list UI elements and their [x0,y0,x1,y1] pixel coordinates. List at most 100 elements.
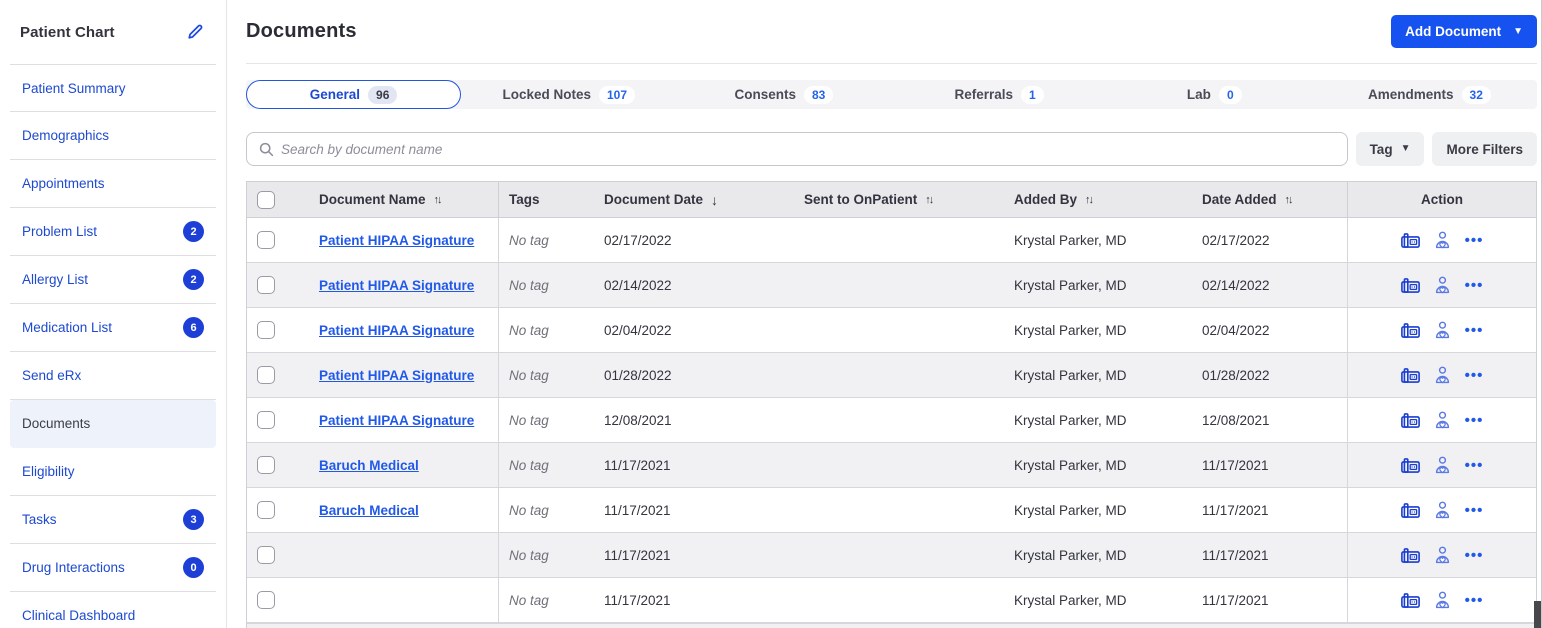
sort-icon[interactable]: ↑↓ [925,194,934,206]
added-by-cell: Krystal Parker, MD [1014,592,1127,608]
tag-cell: No tag [509,277,549,293]
tab-locked-notes[interactable]: Locked Notes 107 [461,80,676,109]
more-options-icon[interactable]: ••• [1465,412,1484,429]
onpatient-icon[interactable] [1434,591,1451,609]
tab-count-badge: 32 [1461,85,1491,104]
sidebar-item-demographics[interactable]: Demographics [10,112,216,160]
tab-amendments[interactable]: Amendments 32 [1322,80,1537,109]
sidebar-item-label: Appointments [22,176,105,191]
more-options-icon[interactable]: ••• [1465,592,1484,609]
document-name-link[interactable]: Patient HIPAA Signature [319,278,474,293]
search-box[interactable] [246,132,1348,166]
fax-icon[interactable] [1400,277,1420,293]
fax-icon[interactable] [1400,322,1420,338]
document-name-link[interactable]: Baruch Medical [319,458,419,473]
onpatient-icon[interactable] [1434,546,1451,564]
row-checkbox[interactable] [257,411,275,429]
sort-icon[interactable]: ↑↓ [1285,194,1294,206]
tab-consents[interactable]: Consents 83 [676,80,891,109]
column-header-sent-to-onpatient[interactable]: Sent to OnPatient ↑↓ [794,182,1004,217]
row-checkbox[interactable] [257,276,275,294]
added-by-cell: Krystal Parker, MD [1014,277,1127,293]
sidebar-item-eligibility[interactable]: Eligibility [10,448,216,496]
row-checkbox[interactable] [257,366,275,384]
onpatient-icon[interactable] [1434,321,1451,339]
more-filters-button[interactable]: More Filters [1432,132,1537,166]
sort-icon[interactable]: ↑↓ [434,194,443,206]
fax-icon[interactable] [1400,502,1420,518]
more-options-icon[interactable]: ••• [1465,547,1484,564]
fax-icon[interactable] [1400,547,1420,563]
onpatient-icon[interactable] [1434,456,1451,474]
add-document-button[interactable]: Add Document ▼ [1391,15,1537,48]
sidebar-item-documents[interactable]: Documents [10,400,216,448]
sort-icon[interactable]: ↑↓ [1085,194,1094,206]
onpatient-icon[interactable] [1434,501,1451,519]
row-checkbox[interactable] [257,501,275,519]
document-date-cell: 11/17/2021 [604,457,671,473]
sidebar-item-drug-interactions[interactable]: Drug Interactions 0 [10,544,216,592]
row-checkbox[interactable] [257,456,275,474]
sidebar-item-badge: 2 [183,269,204,290]
sidebar-item-medication-list[interactable]: Medication List 6 [10,304,216,352]
row-checkbox[interactable] [257,231,275,249]
row-checkbox[interactable] [257,591,275,609]
more-options-icon[interactable]: ••• [1465,232,1484,249]
table-body: Patient HIPAA Signature No tag 02/17/202… [247,218,1536,623]
document-name-link[interactable]: Baruch Medical [319,503,419,518]
more-options-icon[interactable]: ••• [1465,322,1484,339]
document-name-link[interactable]: Patient HIPAA Signature [319,413,474,428]
fax-icon[interactable] [1400,367,1420,383]
column-header-tags: Tags [509,192,540,207]
fax-icon[interactable] [1400,232,1420,248]
fax-icon[interactable] [1400,412,1420,428]
document-date-cell: 11/17/2021 [604,592,671,608]
column-header-document-name[interactable]: Document Name ↑↓ [302,182,499,217]
vertical-scrollbar-thumb[interactable] [1534,601,1541,628]
tab-referrals[interactable]: Referrals 1 [892,80,1107,109]
sidebar-item-clinical-dashboard[interactable]: Clinical Dashboard [10,592,216,628]
column-header-date-added[interactable]: Date Added ↑↓ [1192,182,1347,217]
fax-icon[interactable] [1400,457,1420,473]
more-options-icon[interactable]: ••• [1465,367,1484,384]
sort-desc-icon[interactable]: ↓ [711,192,720,208]
onpatient-icon[interactable] [1434,411,1451,429]
sidebar-item-appointments[interactable]: Appointments [10,160,216,208]
more-options-icon[interactable]: ••• [1465,502,1484,519]
add-document-label: Add Document [1405,24,1502,39]
tab-general[interactable]: General 96 [246,80,462,109]
sidebar-item-label: Send eRx [22,368,82,383]
added-by-cell: Krystal Parker, MD [1014,502,1127,518]
sidebar-item-problem-list[interactable]: Problem List 2 [10,208,216,256]
more-options-icon[interactable]: ••• [1465,277,1484,294]
column-header-added-by[interactable]: Added By ↑↓ [1004,182,1192,217]
onpatient-icon[interactable] [1434,366,1451,384]
onpatient-icon[interactable] [1434,231,1451,249]
tab-lab[interactable]: Lab 0 [1107,80,1322,109]
tab-count-badge: 107 [599,85,636,104]
added-by-cell: Krystal Parker, MD [1014,322,1127,338]
sent-to-onpatient-cell [794,578,1004,622]
sidebar-item-patient-summary[interactable]: Patient Summary [10,64,216,112]
tag-filter-button[interactable]: Tag ▼ [1355,132,1425,166]
onpatient-icon[interactable] [1434,276,1451,294]
fax-icon[interactable] [1400,592,1420,608]
pencil-icon[interactable] [186,23,204,41]
column-header-document-date[interactable]: Document Date ↓ [594,182,794,217]
sidebar-item-allergy-list[interactable]: Allergy List 2 [10,256,216,304]
tag-cell: No tag [509,412,549,428]
sidebar-item-send-erx[interactable]: Send eRx [10,352,216,400]
sidebar-item-tasks[interactable]: Tasks 3 [10,496,216,544]
tag-cell: No tag [509,232,549,248]
more-options-icon[interactable]: ••• [1465,457,1484,474]
document-name-link[interactable]: Patient HIPAA Signature [319,233,474,248]
chevron-down-icon: ▼ [1513,25,1523,37]
document-name-link[interactable]: Patient HIPAA Signature [319,368,474,383]
search-input[interactable] [281,141,1335,157]
document-name-link[interactable]: Patient HIPAA Signature [319,323,474,338]
select-all-checkbox[interactable] [257,190,275,209]
row-checkbox[interactable] [257,546,275,564]
sidebar-item-label: Eligibility [22,464,75,479]
row-checkbox[interactable] [257,321,275,339]
added-by-cell: Krystal Parker, MD [1014,457,1127,473]
